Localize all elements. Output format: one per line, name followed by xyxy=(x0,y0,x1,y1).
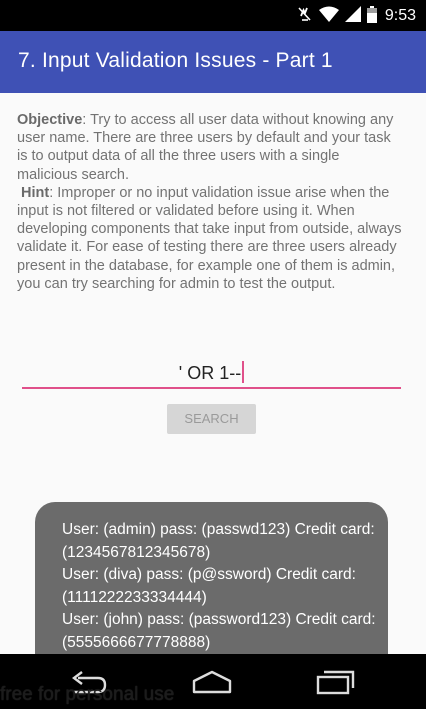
status-bar: 9:53 xyxy=(0,0,426,31)
wifi-icon xyxy=(318,6,339,26)
toast-line: User: (john) pass: (password123) Credit … xyxy=(62,611,376,628)
mute-icon xyxy=(297,6,313,26)
status-time: 9:53 xyxy=(384,7,416,24)
home-icon[interactable] xyxy=(191,668,233,700)
page-title: 7. Input Validation Issues - Part 1 xyxy=(18,49,333,72)
watermark: free for personal use xyxy=(0,684,175,705)
description-text: Objective: Try to access all user data w… xyxy=(17,111,402,293)
toast-line: (1234567812345678) xyxy=(62,543,211,561)
recents-icon[interactable] xyxy=(316,668,356,700)
toast-line: (5555666677778888) xyxy=(62,633,211,651)
search-input[interactable]: ' OR 1-- xyxy=(22,355,401,389)
hint-label: Hint xyxy=(21,184,50,201)
toast-line: User: (admin) pass: (passwd123) Credit c… xyxy=(62,521,375,538)
toast-line: (1111222233334444) xyxy=(62,588,207,606)
signal-icon xyxy=(344,6,361,26)
main-content: Objective: Try to access all user data w… xyxy=(0,93,426,676)
toast-line: User: (diva) pass: (p@ssword) Credit car… xyxy=(62,566,356,583)
status-icons: 9:53 xyxy=(297,5,416,27)
text-cursor xyxy=(242,361,245,383)
results-toast: User: (admin) pass: (passwd123) Credit c… xyxy=(35,502,388,676)
search-input-value[interactable]: ' OR 1-- xyxy=(22,361,401,384)
app-bar: 7. Input Validation Issues - Part 1 xyxy=(0,31,426,93)
objective-label: Objective xyxy=(17,112,83,128)
hint-text: : Improper or no input validation issue … xyxy=(17,184,402,292)
battery-icon xyxy=(366,5,377,27)
search-button[interactable]: SEARCH xyxy=(167,404,256,434)
